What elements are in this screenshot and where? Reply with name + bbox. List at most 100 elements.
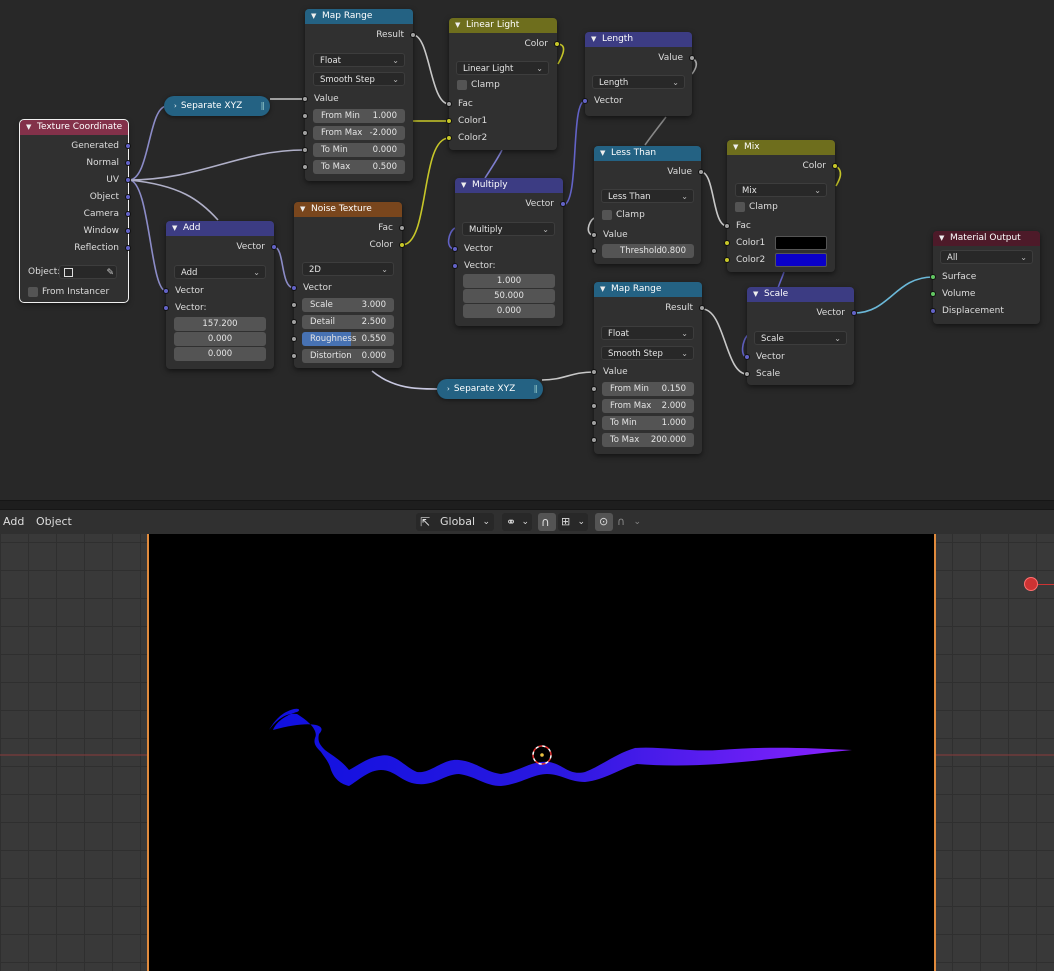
output-socket[interactable] — [125, 177, 131, 183]
input-socket[interactable] — [446, 135, 452, 141]
linear-light-header[interactable]: ▼ Linear Light — [449, 18, 557, 33]
input-socket[interactable] — [591, 369, 597, 375]
noise-texture-node[interactable]: ▼ Noise Texture Fac Color 2D ⌄ Vector Scal… — [291, 202, 405, 368]
output-socket[interactable] — [699, 305, 705, 311]
input-socket[interactable] — [930, 291, 936, 297]
vector-x-field[interactable]: 1.000 — [463, 274, 555, 288]
input-socket[interactable] — [724, 240, 730, 246]
input-socket[interactable] — [302, 96, 308, 102]
map-range-node-bottom[interactable]: ▼ Map Range Result Float ⌄ Smooth Step ⌄ Va… — [591, 282, 705, 454]
add-header[interactable]: ▼ Add — [166, 221, 274, 236]
input-socket[interactable] — [446, 101, 452, 107]
to-max-field[interactable]: To Max 0.500 — [313, 160, 405, 174]
input-socket[interactable] — [291, 285, 297, 291]
linear-light-node[interactable]: ▼ Linear Light Color Linear Light ⌄ Clamp … — [446, 18, 560, 150]
collapse-chevron-icon[interactable]: ▼ — [300, 202, 308, 217]
collapse-chevron-icon[interactable]: ▼ — [733, 140, 741, 155]
operation-dropdown[interactable]: Length ⌄ — [592, 75, 685, 89]
to-min-field[interactable]: To Min 1.000 — [602, 416, 694, 430]
from-min-field[interactable]: From Min 0.150 — [602, 382, 694, 396]
input-socket[interactable] — [591, 248, 597, 254]
less-than-node[interactable]: ▼ Less Than Value Less Than ⌄ Clamp Value … — [591, 146, 704, 264]
color2-swatch[interactable] — [775, 253, 827, 267]
less-than-header[interactable]: ▼ Less Than — [594, 146, 701, 161]
transform-orientation-dropdown[interactable]: ⇱ Global ⌄ — [416, 513, 494, 531]
input-socket[interactable] — [163, 288, 169, 294]
input-socket[interactable] — [291, 302, 297, 308]
output-socket[interactable] — [689, 55, 695, 61]
noise-texture-header[interactable]: ▼ Noise Texture — [294, 202, 402, 217]
clamp-checkbox[interactable]: Clamp — [602, 209, 645, 221]
output-socket[interactable] — [125, 143, 131, 149]
input-socket[interactable] — [446, 118, 452, 124]
clamp-checkbox[interactable]: Clamp — [457, 79, 500, 91]
menu-object[interactable]: Object — [33, 514, 75, 530]
proportional-editing-toggle[interactable]: ⊙ — [595, 513, 613, 531]
multiply-vector-node[interactable]: ▼ Multiply Vector Multiply ⌄ Vector Vector… — [452, 178, 566, 326]
color1-swatch[interactable] — [775, 236, 827, 250]
collapse-chevron-icon[interactable]: ▼ — [600, 282, 608, 297]
input-socket[interactable] — [744, 354, 750, 360]
vector-y-field[interactable]: 50.000 — [463, 289, 555, 303]
blend-mode-dropdown[interactable]: Linear Light ⌄ — [456, 61, 549, 75]
from-instancer-checkbox[interactable]: From Instancer — [28, 286, 109, 298]
collapse-chevron-icon[interactable]: ▼ — [311, 9, 319, 24]
vector-y-field[interactable]: 0.000 — [174, 332, 266, 346]
input-socket[interactable] — [591, 232, 597, 238]
clamp-checkbox[interactable]: Clamp — [735, 201, 778, 213]
material-output-header[interactable]: ▼ Material Output — [933, 231, 1040, 246]
input-socket[interactable] — [744, 371, 750, 377]
from-max-field[interactable]: From Max 2.000 — [602, 399, 694, 413]
output-socket[interactable] — [832, 163, 838, 169]
scale-field[interactable]: Scale 3.000 — [302, 298, 394, 312]
vector-x-field[interactable]: 157.200 — [174, 317, 266, 331]
input-socket[interactable] — [930, 274, 936, 280]
collapse-chevron-icon[interactable]: ▼ — [939, 231, 947, 246]
input-socket[interactable] — [163, 305, 169, 311]
input-socket[interactable] — [582, 98, 588, 104]
input-socket[interactable] — [452, 263, 458, 269]
separate-xyz-node-top[interactable]: › Separate XYZ || — [164, 96, 270, 116]
input-socket[interactable] — [302, 113, 308, 119]
collapse-chevron-icon[interactable]: ▼ — [600, 146, 608, 161]
falloff-dropdown[interactable]: ∩ ⌄ — [614, 513, 644, 531]
map-range-header[interactable]: ▼ Map Range — [594, 282, 702, 297]
output-socket[interactable] — [698, 169, 704, 175]
target-dropdown[interactable]: All ⌄ — [940, 250, 1033, 264]
detail-field[interactable]: Detail 2.500 — [302, 315, 394, 329]
vector-z-field[interactable]: 0.000 — [174, 347, 266, 361]
area-splitter[interactable] — [0, 500, 1054, 510]
to-min-field[interactable]: To Min 0.000 — [313, 143, 405, 157]
input-socket[interactable] — [724, 223, 730, 229]
collapse-chevron-icon[interactable]: ▼ — [461, 178, 469, 193]
output-socket[interactable] — [851, 310, 857, 316]
collapse-chevron-icon[interactable]: ▼ — [455, 18, 463, 33]
input-socket[interactable] — [591, 420, 597, 426]
3d-viewport[interactable] — [0, 534, 1054, 971]
vector-z-field[interactable]: 0.000 — [463, 304, 555, 318]
from-min-field[interactable]: From Min 1.000 — [313, 109, 405, 123]
collapse-chevron-icon[interactable]: ▼ — [26, 120, 34, 135]
pivot-point-dropdown[interactable]: ⚭ ⌄ — [502, 513, 532, 531]
separate-xyz-node-bottom[interactable]: › Separate XYZ || — [437, 379, 543, 399]
blend-mode-dropdown[interactable]: Mix ⌄ — [735, 183, 827, 197]
input-socket[interactable] — [291, 319, 297, 325]
interpolation-dropdown[interactable]: Smooth Step ⌄ — [313, 72, 405, 86]
operation-dropdown[interactable]: Add ⌄ — [174, 265, 266, 279]
material-output-node[interactable]: ▼ Material Output All ⌄ Surface Volume Dis… — [930, 231, 1040, 324]
snap-toggle-button[interactable]: ∩ — [538, 513, 556, 531]
operation-dropdown[interactable]: Scale ⌄ — [754, 331, 847, 345]
operation-dropdown[interactable]: Multiply ⌄ — [462, 222, 555, 236]
snap-target-dropdown[interactable]: ⊞ ⌄ — [558, 513, 588, 531]
dimensions-dropdown[interactable]: 2D ⌄ — [302, 262, 394, 276]
input-socket[interactable] — [724, 257, 730, 263]
input-socket[interactable] — [591, 403, 597, 409]
length-vector-node[interactable]: ▼ Length Value Length ⌄ Vector — [582, 32, 695, 116]
add-vector-node[interactable]: ▼ Add Vector Add ⌄ Vector Vector: 157.200 … — [163, 221, 277, 369]
input-socket[interactable] — [302, 130, 308, 136]
threshold-field[interactable]: Threshold 0.800 — [602, 244, 694, 258]
map-range-node-top[interactable]: ▼ Map Range Result Float ⌄ Smooth Step ⌄ Va… — [302, 9, 416, 181]
output-socket[interactable] — [410, 32, 416, 38]
roughness-field[interactable]: Roughness 0.550 — [302, 332, 394, 346]
input-socket[interactable] — [302, 164, 308, 170]
